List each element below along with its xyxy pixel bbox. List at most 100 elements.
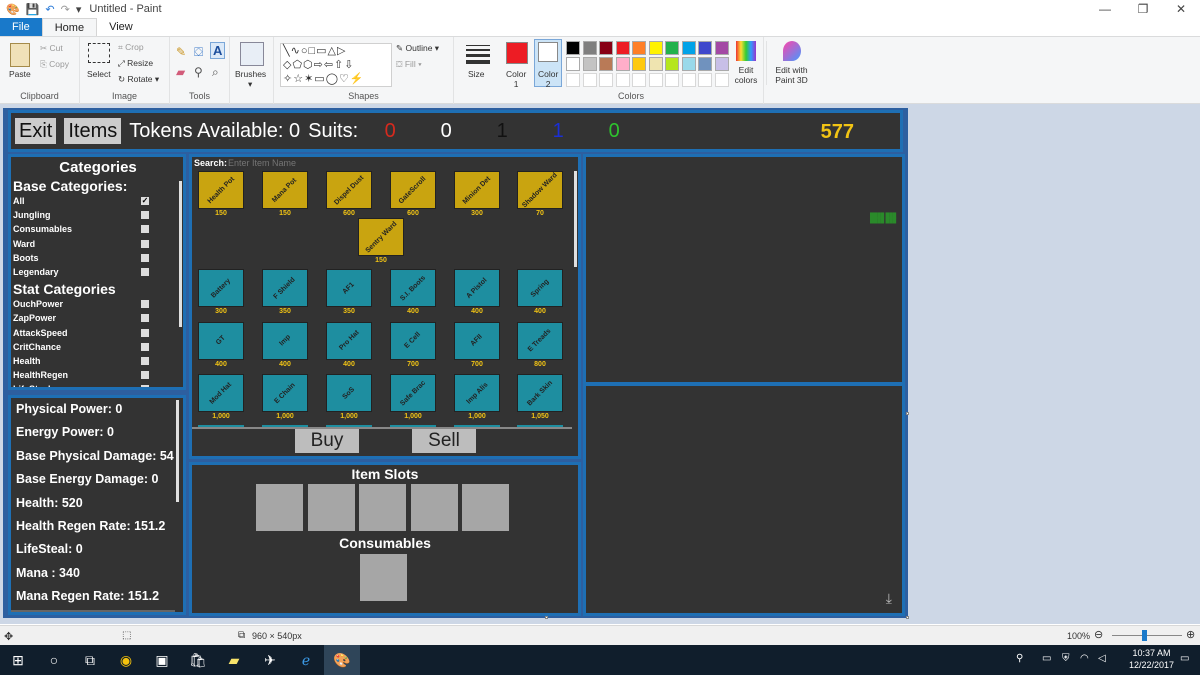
canvas-resize-handle-right[interactable] (906, 412, 909, 415)
chrome-icon[interactable]: ◉ (108, 645, 144, 675)
exit-button[interactable]: Exit (15, 118, 57, 144)
category-checkbox[interactable] (141, 253, 149, 262)
copy-button[interactable]: ⎘ Copy (40, 59, 69, 70)
item-slot-2[interactable] (308, 484, 355, 531)
size-button[interactable]: Size (468, 69, 485, 79)
categories-scrollbar[interactable] (179, 181, 182, 327)
category-row[interactable]: Legendary (13, 265, 183, 279)
shop-item[interactable]: AF1 (326, 269, 372, 307)
security-icon[interactable]: ⛨ (1062, 653, 1070, 664)
palette-swatch[interactable] (566, 73, 580, 87)
category-row[interactable]: Ward (13, 237, 183, 251)
palette-swatch[interactable] (698, 57, 712, 71)
eraser-icon[interactable]: ▰ (176, 65, 185, 79)
tab-view[interactable]: View (97, 18, 145, 36)
shop-item[interactable]: Safe Brac (390, 374, 436, 412)
canvas-resize-handle-corner[interactable] (906, 616, 909, 619)
sell-button[interactable]: Sell (412, 429, 476, 453)
canvas-resize-handle-bottom[interactable] (545, 616, 548, 619)
palette-swatch[interactable] (615, 73, 630, 87)
category-row[interactable]: Consumables (13, 222, 183, 236)
shop-item[interactable]: Spring (517, 269, 563, 307)
shop-item[interactable]: Health Pot (198, 171, 244, 209)
film-icon[interactable]: ▣ (144, 645, 180, 675)
palette-swatch[interactable] (615, 57, 630, 71)
shop-item[interactable]: E Treads (517, 321, 563, 360)
magnifier-icon[interactable]: ⌕ (212, 65, 219, 80)
notifications-icon[interactable]: ▭ (1180, 653, 1189, 664)
redo-icon[interactable]: ↷ (61, 3, 70, 16)
fill-bucket-icon[interactable]: ⛋ (194, 45, 203, 60)
search-circle-icon[interactable]: ○ (36, 645, 72, 675)
palette-swatch[interactable] (665, 73, 679, 87)
palette-swatch[interactable] (632, 73, 646, 87)
shop-item[interactable]: E Cell (390, 321, 436, 360)
shop-item[interactable]: Mod Hat (198, 374, 244, 412)
shop-item[interactable]: A Pistol (454, 269, 500, 307)
palette-swatch[interactable] (665, 57, 679, 71)
clock[interactable]: 10:37 AM 12/22/2017 (1129, 647, 1174, 671)
category-row[interactable]: CritChance (13, 340, 183, 354)
shop-item[interactable]: Imp (262, 321, 308, 360)
category-checkbox[interactable] (141, 225, 149, 234)
shop-item[interactable]: Minion Det (454, 171, 500, 209)
edit-with-paint3d-button[interactable]: Edit with Paint 3D (766, 41, 812, 85)
select-button[interactable]: Select (87, 69, 111, 79)
shop-item[interactable]: GT (198, 321, 244, 360)
palette-swatch[interactable] (648, 57, 663, 71)
palette-swatch[interactable] (714, 73, 729, 87)
palette-swatch[interactable] (632, 57, 646, 71)
palette-swatch[interactable] (566, 57, 580, 71)
item-slot-1[interactable] (256, 484, 303, 531)
category-row[interactable]: HealthRegen (13, 368, 183, 382)
mail-app-icon[interactable]: ✈ (252, 645, 288, 675)
palette-swatch[interactable] (681, 73, 696, 87)
download-icon[interactable]: ⤓ (886, 590, 892, 607)
category-row[interactable]: Jungling (13, 208, 183, 222)
brushes-icon[interactable] (240, 42, 264, 66)
tab-home[interactable]: Home (41, 18, 98, 36)
category-row[interactable]: AttackSpeed (13, 326, 183, 340)
undo-icon[interactable]: ↶ (45, 3, 54, 16)
category-checkbox[interactable] (141, 356, 149, 365)
fill-button[interactable]: ⛋ Fill ▾ (396, 59, 422, 70)
text-icon[interactable]: A (210, 42, 226, 59)
zoom-out-button[interactable]: ⊖ (1094, 628, 1103, 641)
item-slot-3[interactable] (359, 484, 406, 531)
palette-swatch[interactable] (582, 57, 597, 71)
palette-swatch[interactable] (681, 57, 696, 71)
zoom-in-button[interactable]: ⊕ (1186, 628, 1195, 641)
shop-item[interactable]: Shadow Ward (517, 171, 563, 209)
select-icon[interactable] (88, 43, 110, 63)
pencil-icon[interactable]: ✎ (176, 45, 186, 59)
item-slot-5[interactable] (462, 484, 509, 531)
color2-swatch[interactable] (538, 42, 558, 62)
consumable-slot[interactable] (360, 554, 407, 601)
crop-button[interactable]: ⌗ Crop (118, 42, 144, 53)
stats-scrollbar[interactable] (176, 400, 179, 502)
close-button[interactable]: ✕ (1162, 0, 1200, 18)
shop-item[interactable]: Pro Hat (326, 321, 372, 360)
size-icon[interactable] (466, 45, 490, 65)
paint-workspace[interactable]: Exit Items Tokens Available: 0 Suits: 0 … (0, 104, 1200, 624)
zoom-slider-thumb[interactable] (1142, 630, 1147, 641)
wifi-icon[interactable]: ◠ (1080, 653, 1089, 664)
category-row[interactable]: LifeSteal (13, 382, 183, 387)
tab-file[interactable]: File (0, 18, 42, 36)
paste-button[interactable]: Paste (9, 69, 31, 79)
rotate-button[interactable]: ↻ Rotate ▾ (118, 74, 159, 85)
paste-icon[interactable] (10, 43, 30, 67)
category-row[interactable]: OuchPower (13, 297, 183, 311)
edit-colors-button[interactable]: Edit colors (730, 41, 762, 85)
paint-taskbar-icon[interactable]: 🎨 (324, 645, 360, 675)
store-bag-icon[interactable]: 🛍 (180, 645, 216, 675)
palette-swatch[interactable] (698, 73, 712, 87)
palette-swatch[interactable] (582, 41, 597, 55)
category-checkbox[interactable] (141, 211, 149, 220)
shop-item[interactable]: Imp Alis (454, 374, 500, 412)
category-row[interactable]: Boots (13, 251, 183, 265)
shop-item[interactable]: Mana Pot (262, 171, 308, 209)
shop-item[interactable]: E Chain (262, 374, 308, 412)
zoom-slider[interactable] (1112, 635, 1182, 636)
shop-item[interactable]: GateScroll (390, 171, 436, 209)
